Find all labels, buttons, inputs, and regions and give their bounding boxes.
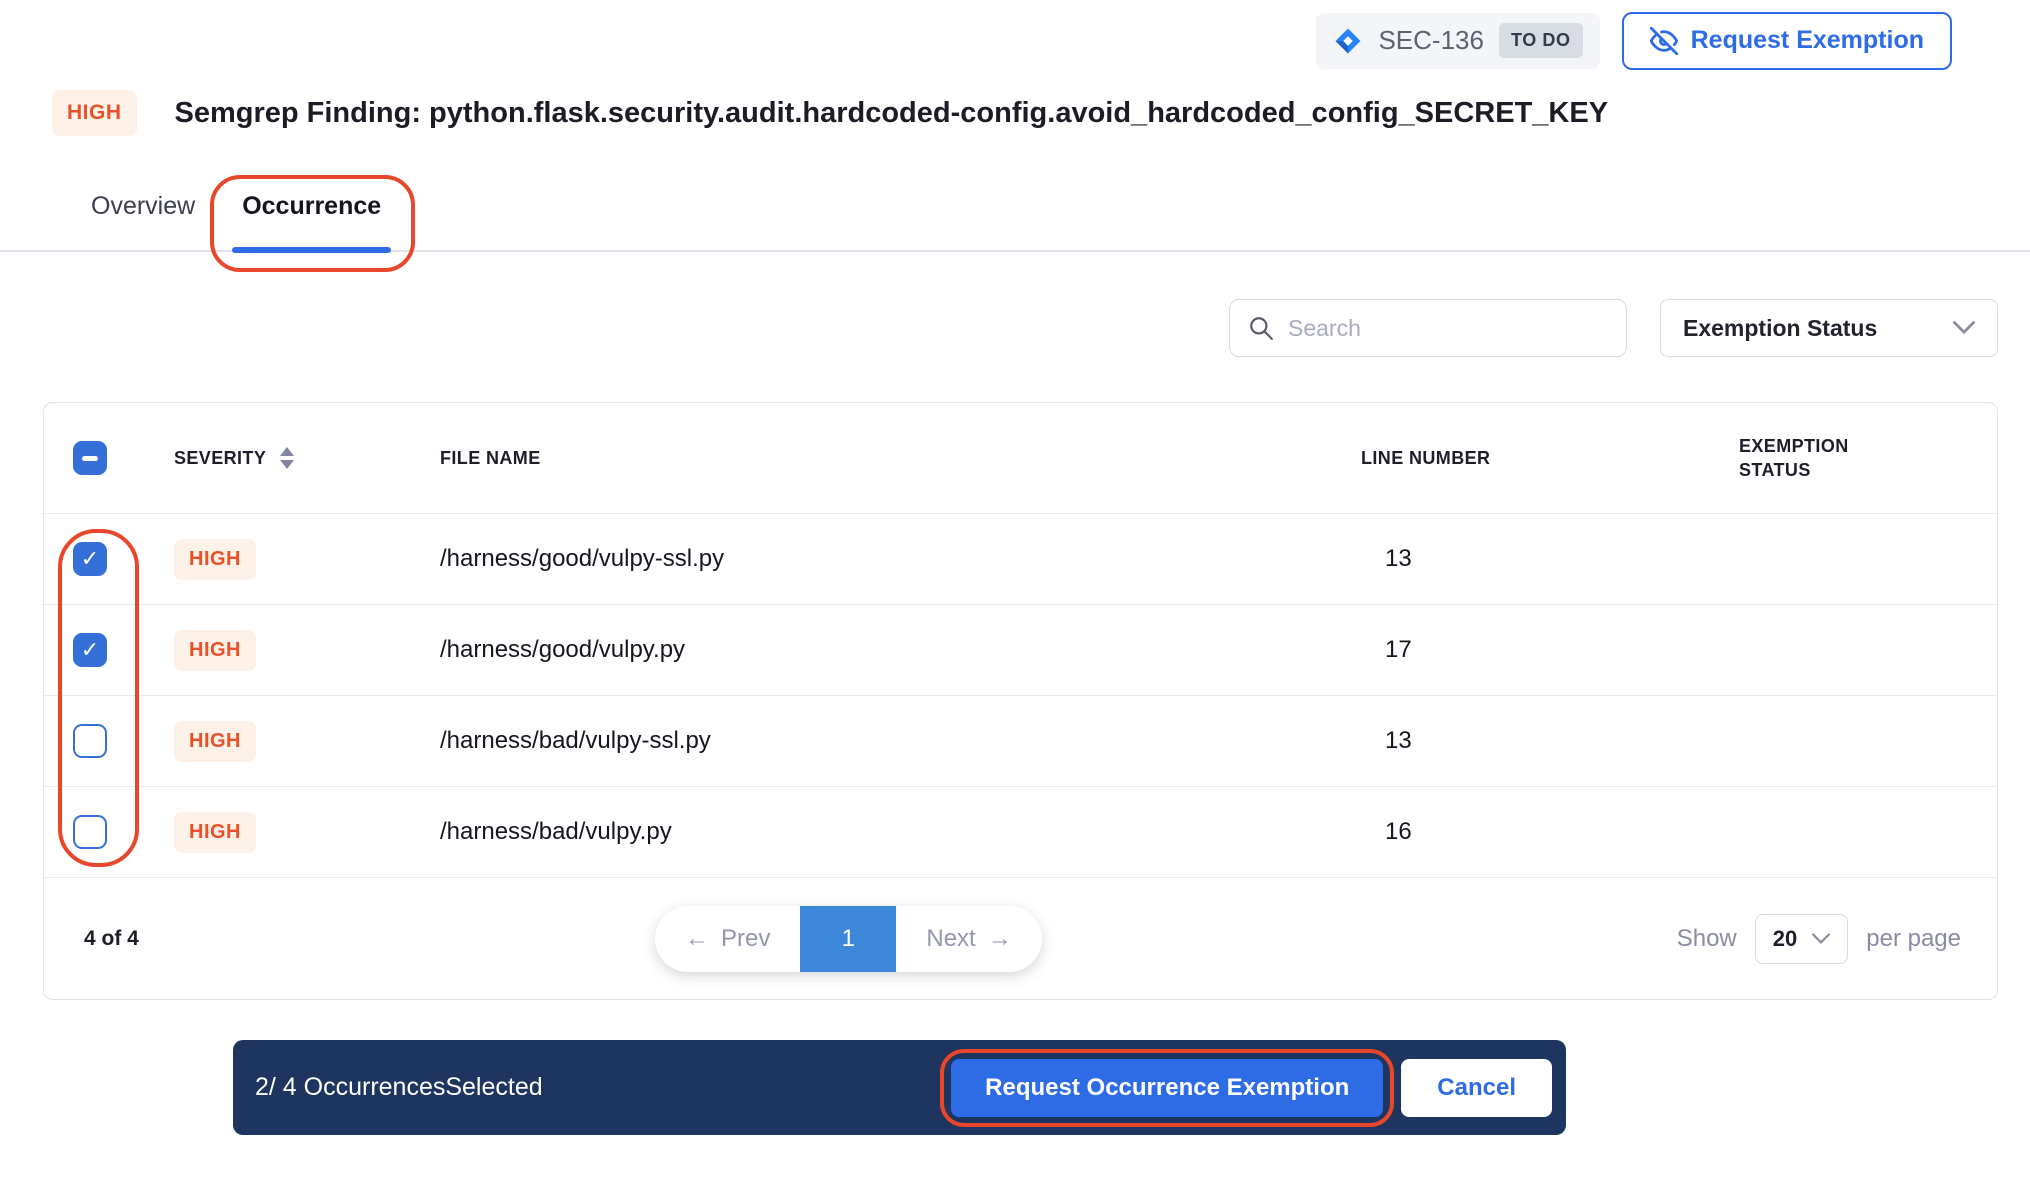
search-box bbox=[1229, 299, 1627, 357]
row-checkbox[interactable] bbox=[73, 542, 107, 576]
table-row: HIGH /harness/bad/vulpy-ssl.py 13 bbox=[44, 695, 1997, 786]
exemption-status-filter[interactable]: Exemption Status bbox=[1660, 299, 1998, 357]
top-action-row: SEC-136 TO DO Request Exemption bbox=[0, 0, 2030, 68]
severity-badge: HIGH bbox=[174, 630, 256, 671]
jira-ticket-key: SEC-136 bbox=[1378, 25, 1484, 56]
severity-badge: HIGH bbox=[174, 812, 256, 853]
row-count: 4 of 4 bbox=[84, 927, 139, 951]
select-all-checkbox[interactable] bbox=[73, 441, 107, 475]
table-row: HIGH /harness/good/vulpy.py 17 bbox=[44, 604, 1997, 695]
pagination-page-1[interactable]: 1 bbox=[800, 906, 896, 972]
pagination: Prev 1 Next bbox=[655, 906, 1042, 972]
line-number-cell: 13 bbox=[1337, 727, 1697, 755]
row-checkbox[interactable] bbox=[73, 815, 107, 849]
table-footer: 4 of 4 Prev 1 Next Show 20 bbox=[44, 877, 1997, 999]
sort-desc-icon bbox=[280, 460, 294, 469]
column-line-number: LINE NUMBER bbox=[1337, 448, 1697, 469]
request-exemption-label: Request Exemption bbox=[1691, 26, 1924, 55]
row-checkbox[interactable] bbox=[73, 633, 107, 667]
severity-badge: HIGH bbox=[174, 539, 256, 580]
filters-row: Exemption Status bbox=[0, 299, 2030, 357]
line-number-cell: 16 bbox=[1337, 818, 1697, 846]
tab-overview[interactable]: Overview bbox=[91, 192, 195, 250]
tabs: Overview Occurrence bbox=[0, 192, 2030, 252]
tab-occurrence-wrap: Occurrence bbox=[242, 192, 381, 250]
page-size-select[interactable]: 20 bbox=[1755, 914, 1848, 964]
page-title: Semgrep Finding: python.flask.security.a… bbox=[175, 97, 1609, 130]
table-header: SEVERITY FILE NAME LINE NUMBER EXEMPTION… bbox=[44, 403, 1997, 513]
jira-ticket-chip[interactable]: SEC-136 TO DO bbox=[1316, 13, 1599, 69]
line-number-cell: 17 bbox=[1337, 636, 1697, 664]
request-exemption-button[interactable]: Request Exemption bbox=[1622, 12, 1952, 70]
pagination-next-label: Next bbox=[926, 925, 975, 953]
per-page-label: per page bbox=[1866, 925, 1961, 953]
title-row: HIGH Semgrep Finding: python.flask.secur… bbox=[0, 90, 2030, 136]
cancel-button[interactable]: Cancel bbox=[1401, 1059, 1552, 1117]
table-row: HIGH /harness/bad/vulpy.py 16 bbox=[44, 786, 1997, 877]
column-severity: SEVERITY bbox=[174, 448, 266, 469]
search-icon bbox=[1248, 315, 1274, 341]
tab-occurrence[interactable]: Occurrence bbox=[242, 192, 381, 250]
occurrences-table: SEVERITY FILE NAME LINE NUMBER EXEMPTION… bbox=[43, 402, 1998, 1000]
row-checkbox[interactable] bbox=[73, 724, 107, 758]
selection-summary: 2/ 4 OccurrencesSelected bbox=[255, 1073, 543, 1102]
severity-badge: HIGH bbox=[174, 721, 256, 762]
pagination-prev-button[interactable]: Prev bbox=[655, 906, 800, 972]
line-number-cell: 13 bbox=[1337, 545, 1697, 573]
chevron-down-icon bbox=[1953, 321, 1975, 335]
file-name-cell: /harness/bad/vulpy.py bbox=[398, 818, 1337, 846]
column-file-name: FILE NAME bbox=[398, 448, 1337, 469]
selection-bar: 2/ 4 OccurrencesSelected Request Occurre… bbox=[233, 1040, 1566, 1135]
file-name-cell: /harness/good/vulpy-ssl.py bbox=[398, 545, 1337, 573]
search-input[interactable] bbox=[1288, 315, 1608, 342]
request-occurrence-exemption-wrap: Request Occurrence Exemption bbox=[951, 1059, 1383, 1117]
request-occurrence-exemption-button[interactable]: Request Occurrence Exemption bbox=[951, 1059, 1383, 1117]
sort-asc-icon bbox=[280, 447, 294, 456]
table-body: HIGH /harness/good/vulpy-ssl.py 13 HIGH … bbox=[44, 513, 1997, 877]
page-size-control: Show 20 per page bbox=[1677, 914, 1961, 964]
pagination-prev-label: Prev bbox=[721, 925, 770, 953]
jira-status-badge: TO DO bbox=[1499, 23, 1583, 58]
file-name-cell: /harness/good/vulpy.py bbox=[398, 636, 1337, 664]
column-exemption-status: EXEMPTION STATUS bbox=[1697, 434, 1887, 483]
pagination-next-button[interactable]: Next bbox=[896, 906, 1041, 972]
show-label: Show bbox=[1677, 925, 1737, 953]
chevron-down-icon bbox=[1812, 933, 1830, 945]
page-size-value: 20 bbox=[1773, 926, 1797, 952]
severity-badge: HIGH bbox=[52, 90, 137, 136]
arrow-left-icon bbox=[685, 925, 709, 953]
arrow-right-icon bbox=[988, 925, 1012, 953]
eye-off-icon bbox=[1650, 27, 1678, 55]
exemption-status-filter-label: Exemption Status bbox=[1683, 315, 1877, 342]
finding-details-page: SEC-136 TO DO Request Exemption HIGH Sem… bbox=[0, 0, 2030, 1198]
file-name-cell: /harness/bad/vulpy-ssl.py bbox=[398, 727, 1337, 755]
sort-severity-control[interactable] bbox=[280, 447, 294, 469]
jira-icon bbox=[1333, 26, 1363, 56]
table-row: HIGH /harness/good/vulpy-ssl.py 13 bbox=[44, 513, 1997, 604]
